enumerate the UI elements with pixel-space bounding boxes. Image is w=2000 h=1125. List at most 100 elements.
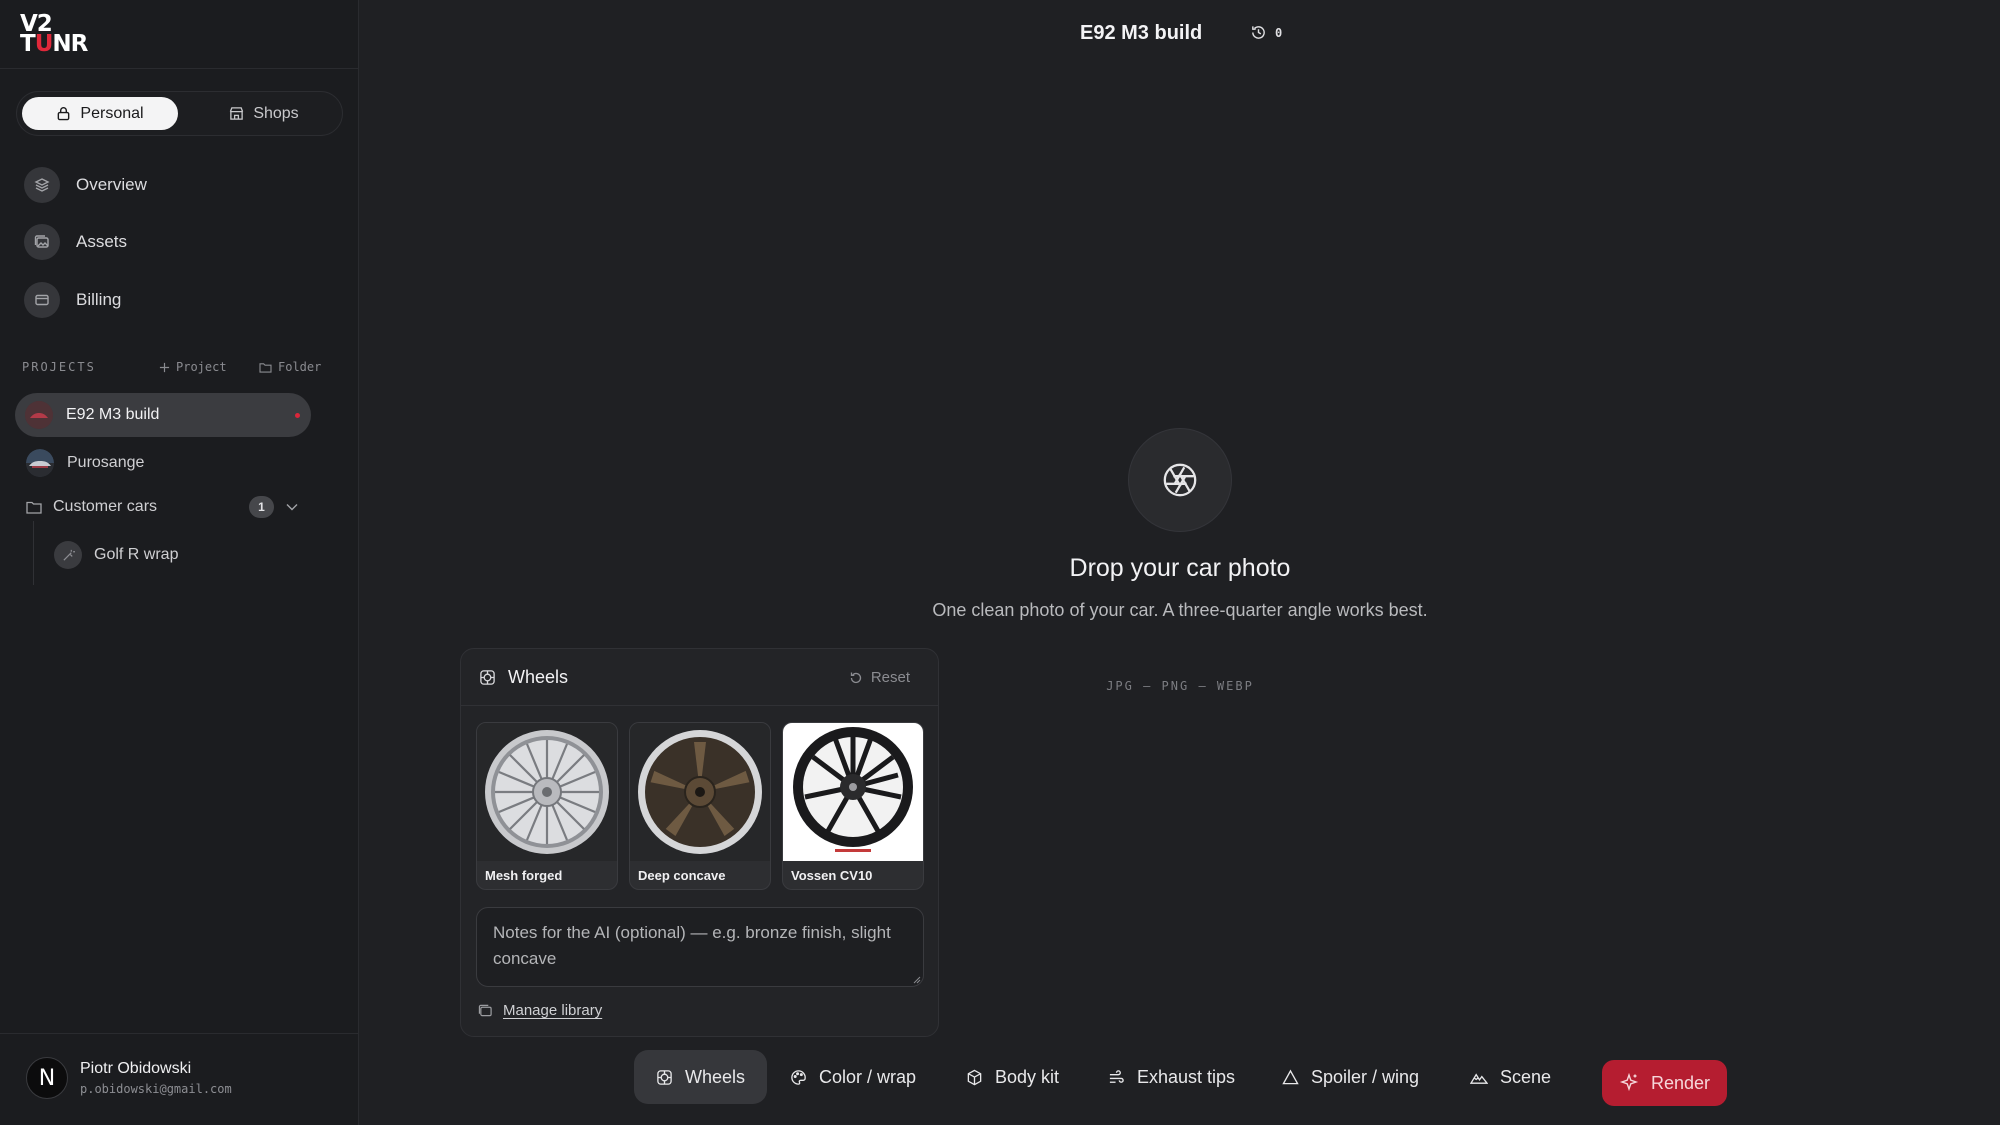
- tool-wheels[interactable]: Wheels: [634, 1050, 768, 1104]
- panel-title-label: Wheels: [508, 667, 569, 687]
- sidebar: V2 TUNR Personal Shops Overview Assets B…: [0, 0, 359, 1125]
- nav-assets-label: Assets: [76, 232, 128, 251]
- wheel-option-mesh-forged[interactable]: Mesh forged: [476, 722, 618, 890]
- history-count: 0: [1275, 25, 1283, 40]
- nav-overview[interactable]: Overview: [24, 166, 147, 204]
- tool-body-kit-label: Body kit: [995, 1066, 1060, 1087]
- shops-tab[interactable]: Shops: [190, 97, 338, 130]
- card-icon: [24, 282, 60, 318]
- add-folder-label: Folder: [278, 360, 322, 374]
- tree-line: [33, 521, 34, 585]
- user-name: Piotr Obidowski: [80, 1060, 192, 1077]
- project-e92-m3-build[interactable]: E92 M3 build: [15, 393, 311, 437]
- projects-header: PROJECTS Project Folder: [22, 360, 332, 376]
- chevron-down-icon[interactable]: [286, 503, 298, 511]
- store-icon: [230, 107, 244, 120]
- wheel-option-deep-concave[interactable]: Deep concave: [629, 722, 771, 890]
- render-button[interactable]: Render: [1602, 1060, 1727, 1106]
- nav-billing-label: Billing: [76, 290, 122, 309]
- sparkle-icon: [1619, 1073, 1639, 1092]
- project-golf-r-wrap[interactable]: Golf R wrap: [54, 540, 178, 570]
- add-folder-button[interactable]: Folder: [259, 360, 321, 374]
- app-logo[interactable]: V2 TUNR: [20, 13, 112, 57]
- tool-color-wrap[interactable]: Color / wrap: [790, 1050, 916, 1104]
- workspace-switch: Personal Shops: [16, 91, 343, 136]
- wind-icon: [1109, 1069, 1124, 1083]
- project-thumbnail: [26, 449, 54, 477]
- library-icon: [478, 1004, 492, 1016]
- sidebar-divider: [0, 1033, 359, 1034]
- wheel-icon: [480, 670, 495, 685]
- user-profile[interactable]: N Piotr Obidowski p.obidowski@gmail.com: [26, 1056, 232, 1100]
- folder-icon: [26, 501, 42, 514]
- projects-title: PROJECTS: [22, 360, 96, 374]
- user-info: Piotr Obidowski p.obidowski@gmail.com: [80, 1060, 232, 1096]
- folder-count-badge: 1: [249, 496, 274, 518]
- project-purosange-label: Purosange: [67, 454, 145, 471]
- history-icon: [1252, 26, 1265, 39]
- reset-button[interactable]: Reset: [849, 669, 910, 686]
- wheel-image: [477, 723, 617, 861]
- personal-tab-label: Personal: [80, 104, 144, 122]
- wheel-icon: [657, 1069, 672, 1085]
- reset-label: Reset: [870, 669, 910, 686]
- wand-icon: [54, 541, 82, 569]
- panel-title: Wheels: [479, 667, 568, 688]
- wheel-option-vossen-cv10[interactable]: Vossen CV10: [782, 722, 924, 890]
- tool-scene-label: Scene: [1500, 1066, 1552, 1087]
- shops-tab-label: Shops: [253, 104, 299, 122]
- mountain-icon: [1470, 1072, 1488, 1084]
- plus-icon: [159, 362, 170, 372]
- aperture-icon: [1163, 463, 1197, 497]
- wheel-label: Deep concave: [638, 868, 726, 883]
- tool-scene[interactable]: Scene: [1470, 1050, 1551, 1104]
- project-thumbnail: [25, 401, 53, 429]
- panel-header: Wheels Reset: [461, 649, 938, 706]
- dropzone-subtitle: One clean photo of your car. A three-qua…: [932, 600, 1428, 620]
- lock-icon: [58, 107, 70, 121]
- wheel-image: [783, 723, 923, 861]
- manage-library-label: Manage library: [503, 1002, 603, 1019]
- project-purosange[interactable]: Purosange: [26, 448, 144, 478]
- avatar: N: [26, 1057, 68, 1099]
- palette-icon: [791, 1069, 806, 1085]
- page-title: E92 M3 build: [1080, 22, 1203, 44]
- logo-line2: TUNR: [20, 31, 88, 57]
- add-project-button[interactable]: Project: [159, 360, 227, 374]
- history-button[interactable]: 0: [1250, 24, 1282, 41]
- sidebar-divider: [0, 68, 359, 69]
- tool-color-wrap-label: Color / wrap: [819, 1066, 917, 1087]
- personal-tab[interactable]: Personal: [22, 97, 178, 130]
- nav-billing[interactable]: Billing: [24, 281, 121, 319]
- render-label: Render: [1650, 1072, 1711, 1093]
- tool-exhaust-tips[interactable]: Exhaust tips: [1108, 1050, 1235, 1104]
- tool-spoiler-wing[interactable]: Spoiler / wing: [1282, 1050, 1419, 1104]
- wheel-label: Mesh forged: [485, 868, 563, 883]
- triangle-icon: [1282, 1069, 1299, 1084]
- upload-dropzone[interactable]: [1128, 428, 1232, 532]
- nav-overview-label: Overview: [76, 175, 147, 194]
- images-icon: [24, 224, 60, 260]
- ai-notes-input[interactable]: [476, 907, 924, 987]
- folder-icon: [259, 362, 272, 373]
- cube-icon: [967, 1069, 982, 1085]
- wheel-label: Vossen CV10: [791, 868, 873, 883]
- reset-icon: [850, 672, 861, 683]
- dropzone-formats: JPG — PNG — WEBP: [1106, 679, 1254, 693]
- tool-wheels-label: Wheels: [685, 1066, 746, 1087]
- manage-library-link[interactable]: Manage library: [478, 1002, 602, 1019]
- tool-spoiler-wing-label: Spoiler / wing: [1311, 1066, 1420, 1087]
- project-e92-label: E92 M3 build: [66, 406, 160, 423]
- add-project-label: Project: [176, 360, 227, 374]
- folder-customer-cars-label: Customer cars: [53, 498, 158, 515]
- wheels-panel: Wheels Reset Mesh forged Deep concave Vo…: [460, 648, 939, 1037]
- dropzone-title: Drop your car photo: [1069, 554, 1291, 582]
- layers-icon: [24, 167, 60, 203]
- tool-exhaust-tips-label: Exhaust tips: [1137, 1066, 1236, 1087]
- tool-body-kit[interactable]: Body kit: [966, 1050, 1059, 1104]
- active-dot: [295, 413, 300, 418]
- resize-handle-icon[interactable]: [913, 976, 921, 984]
- nav-assets[interactable]: Assets: [24, 223, 127, 261]
- wheel-image: [630, 723, 770, 861]
- project-golf-r-label: Golf R wrap: [94, 546, 179, 563]
